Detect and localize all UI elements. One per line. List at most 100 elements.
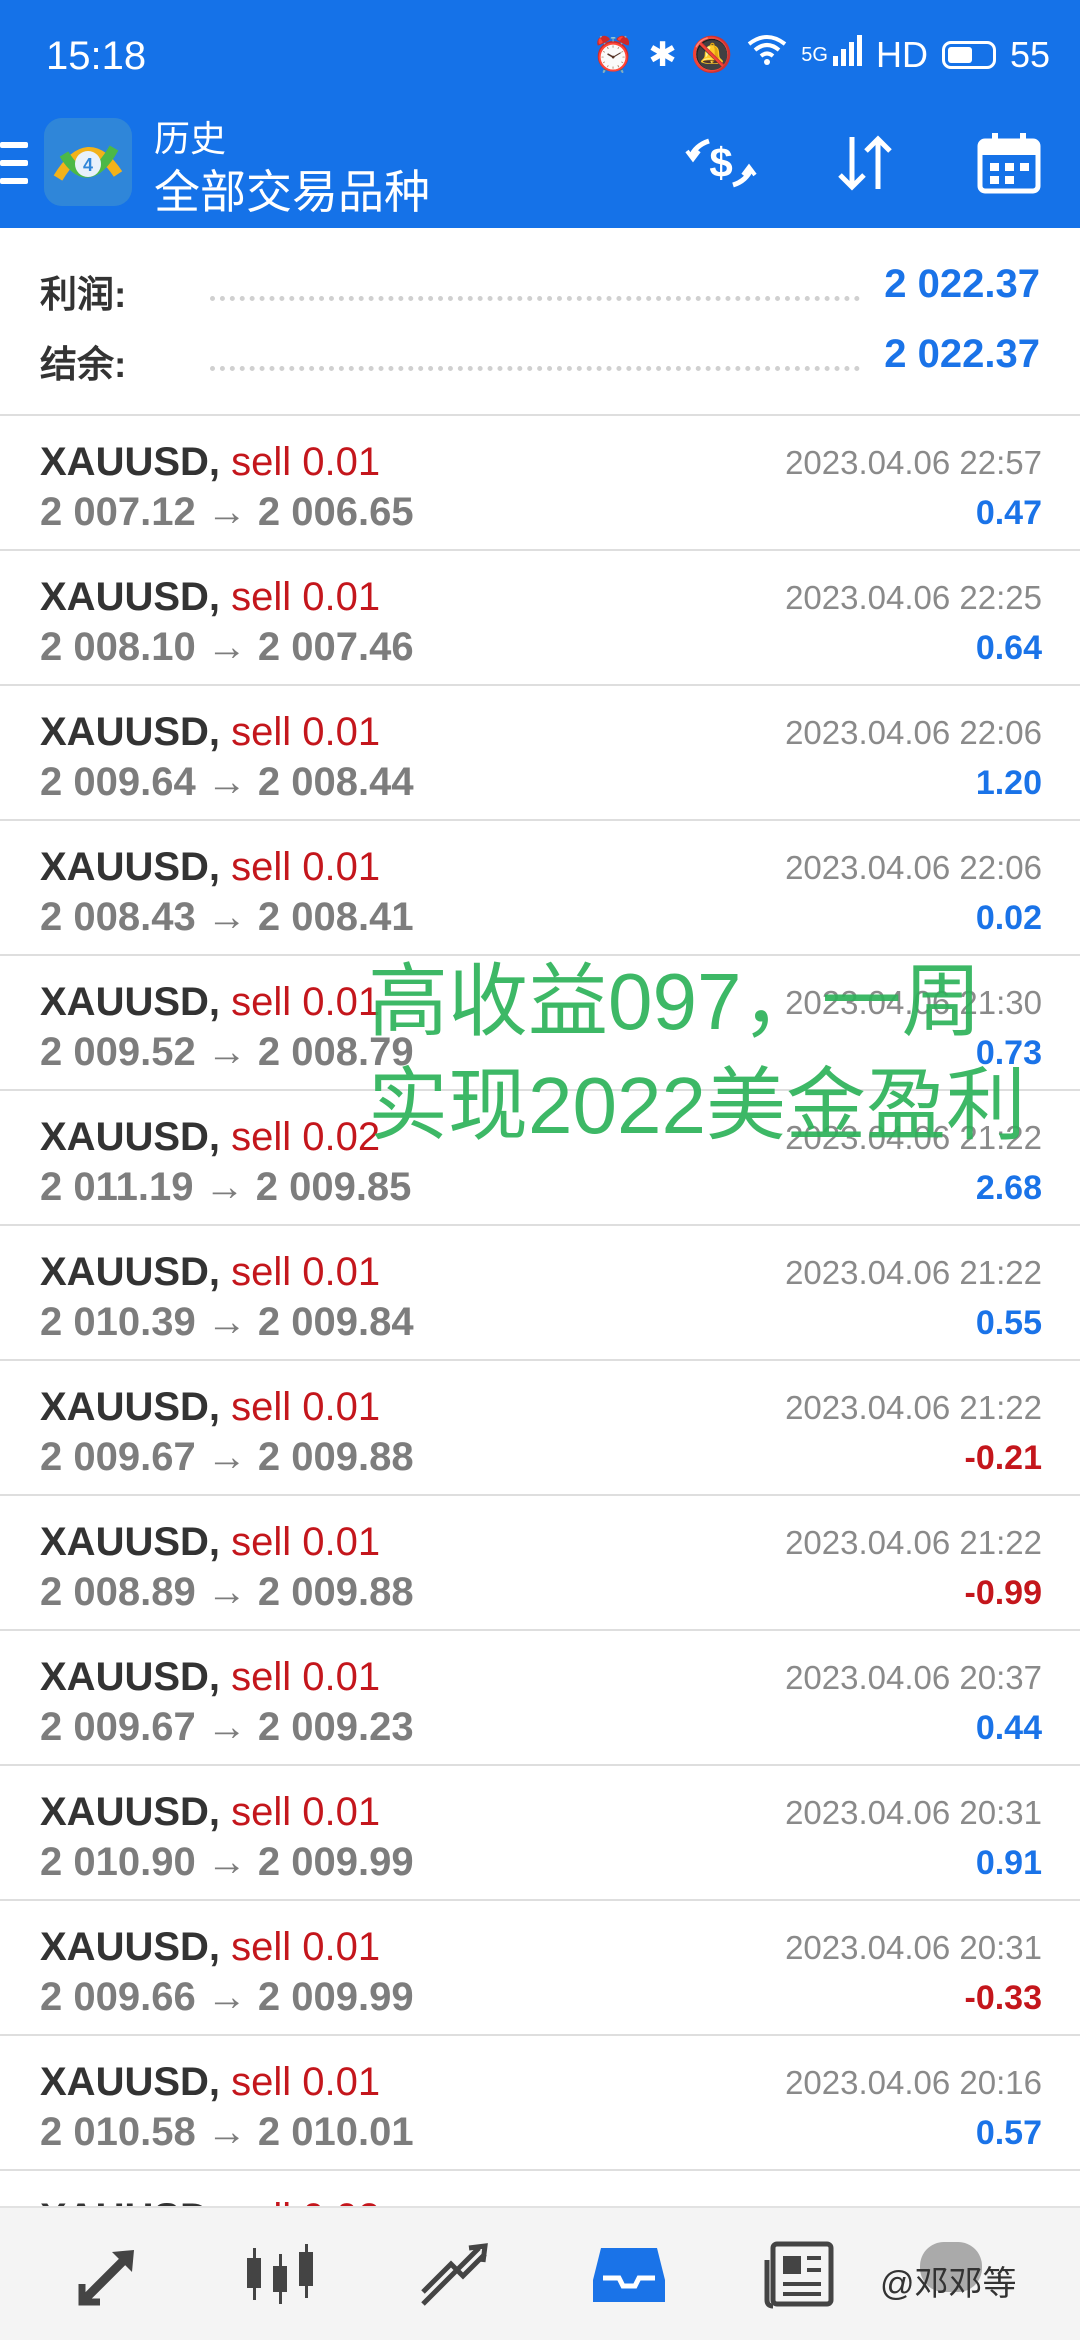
- deal-prices: 2 008.89 → 2 009.88: [40, 1570, 414, 1614]
- author-credit: @邓邓等: [880, 2265, 1017, 2303]
- battery-icon: [941, 41, 996, 69]
- sort-button[interactable]: [822, 120, 908, 206]
- deal-symbol: XAUUSD,: [40, 710, 221, 754]
- trade-icon: [421, 2243, 488, 2306]
- nav-trade[interactable]: [410, 2230, 500, 2320]
- status-icons: ⏰ ✱ 🔕 5G HD 55: [592, 30, 1050, 80]
- deal-time: 2023.04.06 22:57: [785, 444, 1042, 481]
- deal-side: sell 0.01: [231, 440, 381, 484]
- nav-quotes[interactable]: [64, 2230, 154, 2320]
- deal-symbol: XAUUSD,: [40, 1115, 221, 1159]
- deal-side: sell 0.01: [231, 710, 381, 754]
- wifi-icon: [747, 30, 787, 80]
- profit-value: 2 022.37: [884, 262, 1040, 306]
- hamburger-icon[interactable]: [0, 142, 28, 184]
- summary-panel: 利润: 2 022.37 结余: 2 022.37: [0, 228, 1080, 416]
- deal-prices: 2 008.10 → 2 007.46: [40, 625, 414, 669]
- dotted-leader: [210, 366, 860, 371]
- deal-profit: -0.99: [964, 1574, 1043, 1612]
- status-bar: 15:18 ⏰ ✱ 🔕 5G HD 55: [0, 0, 1080, 110]
- balance-label: 结余:: [40, 344, 127, 385]
- deal-time: 2023.04.06 20:16: [785, 2064, 1042, 2101]
- balance-value: 2 022.37: [884, 332, 1040, 376]
- deal-prices: 2 009.67 → 2 009.23: [40, 1705, 414, 1749]
- deal-profit: 0.47: [975, 494, 1042, 532]
- deal-profit: 0.55: [975, 1304, 1042, 1342]
- deal-prices: 2 009.64 → 2 008.44: [40, 760, 414, 804]
- news-icon: [764, 2241, 834, 2309]
- deal-row[interactable]: XAUUSD, sell 0.02 2 011.19 → 2 009.85 20…: [0, 1091, 1080, 1226]
- deal-profit: 0.64: [975, 629, 1042, 667]
- bluetooth-icon: ✱: [648, 36, 677, 74]
- deal-profit: -0.33: [964, 1979, 1043, 2017]
- deal-row[interactable]: XAUUSD, sell 0.01 2 009.64 → 2 008.44 20…: [0, 686, 1080, 821]
- deal-profit: 0.44: [975, 1709, 1042, 1747]
- deal-symbol: XAUUSD,: [40, 575, 221, 619]
- bottom-navigation: @邓邓等: [0, 2206, 1080, 2340]
- deal-row[interactable]: XAUUSD, sell 0.01 2 010.39 → 2 009.84 20…: [0, 1226, 1080, 1361]
- deal-prices: 2 010.39 → 2 009.84: [40, 1300, 414, 1344]
- deal-row[interactable]: XAUUSD, sell 0.01 2 008.89 → 2 009.88 20…: [0, 1496, 1080, 1631]
- deal-profit: 0.91: [975, 1844, 1042, 1882]
- deal-row[interactable]: XAUUSD, sell 0.01 2 009.52 → 2 008.79 20…: [0, 956, 1080, 1091]
- deal-side: sell 0.01: [231, 1925, 381, 1969]
- deal-time: 2023.04.06 21:30: [785, 984, 1042, 1021]
- deal-row[interactable]: XAUUSD, sell 0.01 2 007.12 → 2 006.65 20…: [0, 416, 1080, 551]
- deal-symbol: XAUUSD,: [40, 1520, 221, 1564]
- history-icon: [593, 2248, 665, 2302]
- deal-time: 2023.04.06 21:22: [785, 1254, 1042, 1291]
- deal-row[interactable]: XAUUSD, sell 0.01 2 009.67 → 2 009.88 20…: [0, 1361, 1080, 1496]
- deal-row[interactable]: XAUUSD, sell 0.01 2 008.43 → 2 008.41 20…: [0, 821, 1080, 956]
- status-time: 15:18: [46, 34, 147, 78]
- deal-prices: 2 009.67 → 2 009.88: [40, 1435, 414, 1479]
- calendar-button[interactable]: [966, 120, 1052, 206]
- symbol-filter[interactable]: 全部交易品种: [154, 156, 430, 222]
- signal-icon: [832, 30, 862, 80]
- nav-news[interactable]: [756, 2230, 846, 2320]
- deal-prices: 2 010.90 → 2 009.99: [40, 1840, 414, 1884]
- deal-row[interactable]: XAUUSD, sell 0.01 2 008.10 → 2 007.46 20…: [0, 551, 1080, 686]
- deal-time: 2023.04.06 20:31: [785, 1929, 1042, 1966]
- deal-row[interactable]: XAUUSD, sell 0.01 2 010.90 → 2 009.99 20…: [0, 1766, 1080, 1901]
- deal-profit: 2.68: [975, 1169, 1042, 1207]
- quotes-icon: [78, 2250, 134, 2306]
- deal-time: 2023.04.06 20:31: [785, 1794, 1042, 1831]
- nav-chart[interactable]: [236, 2230, 326, 2320]
- dotted-leader: [210, 296, 860, 301]
- deal-time: 2023.04.06 22:06: [785, 849, 1042, 886]
- deal-prices: 2 008.43 → 2 008.41: [40, 895, 414, 939]
- deal-symbol: XAUUSD,: [40, 1790, 221, 1834]
- page-title: 历史: [154, 118, 227, 159]
- mute-icon: 🔕: [690, 36, 734, 74]
- deal-side: sell 0.02: [231, 1115, 381, 1159]
- deal-profit: -0.21: [964, 1439, 1043, 1477]
- nav-history[interactable]: [584, 2230, 674, 2320]
- app-logo: 4: [44, 118, 132, 206]
- deal-side: sell 0.01: [231, 1790, 381, 1834]
- currency-exchange-button[interactable]: $: [678, 120, 764, 206]
- deal-side: sell 0.01: [231, 1520, 381, 1564]
- battery-level: 55: [1009, 34, 1050, 75]
- deal-symbol: XAUUSD,: [40, 1925, 221, 1969]
- deal-time: 2023.04.06 21:22: [785, 1119, 1042, 1156]
- deal-time: 2023.04.06 20:37: [785, 1659, 1042, 1696]
- deal-prices: 2 011.19 → 2 009.85: [40, 1165, 412, 1209]
- deal-symbol: XAUUSD,: [40, 1250, 221, 1294]
- deal-row[interactable]: XAUUSD, sell 0.01 2 010.58 → 2 010.01 20…: [0, 2036, 1080, 2171]
- deal-time: 2023.04.06 21:22: [785, 1524, 1042, 1561]
- deal-prices: 2 010.58 → 2 010.01: [40, 2110, 414, 2154]
- deal-side: sell 0.01: [231, 980, 381, 1024]
- currency-exchange-icon: $: [685, 138, 757, 188]
- deal-row[interactable]: XAUUSD, sell 0.01 2 009.66 → 2 009.99 20…: [0, 1901, 1080, 2036]
- deal-profit: 0.02: [975, 899, 1042, 937]
- calendar-icon: [977, 133, 1041, 194]
- deal-prices: 2 009.66 → 2 009.99: [40, 1975, 414, 2019]
- deals-list: XAUUSD, sell 0.01 2 007.12 → 2 006.65 20…: [0, 416, 1080, 2171]
- deal-symbol: XAUUSD,: [40, 440, 221, 484]
- profit-label: 利润:: [40, 274, 127, 315]
- deal-profit: 0.57: [975, 2114, 1042, 2152]
- deal-row[interactable]: XAUUSD, sell 0.01 2 009.67 → 2 009.23 20…: [0, 1631, 1080, 1766]
- svg-text:$: $: [709, 139, 732, 186]
- deal-symbol: XAUUSD,: [40, 1655, 221, 1699]
- deal-prices: 2 009.52 → 2 008.79: [40, 1030, 414, 1074]
